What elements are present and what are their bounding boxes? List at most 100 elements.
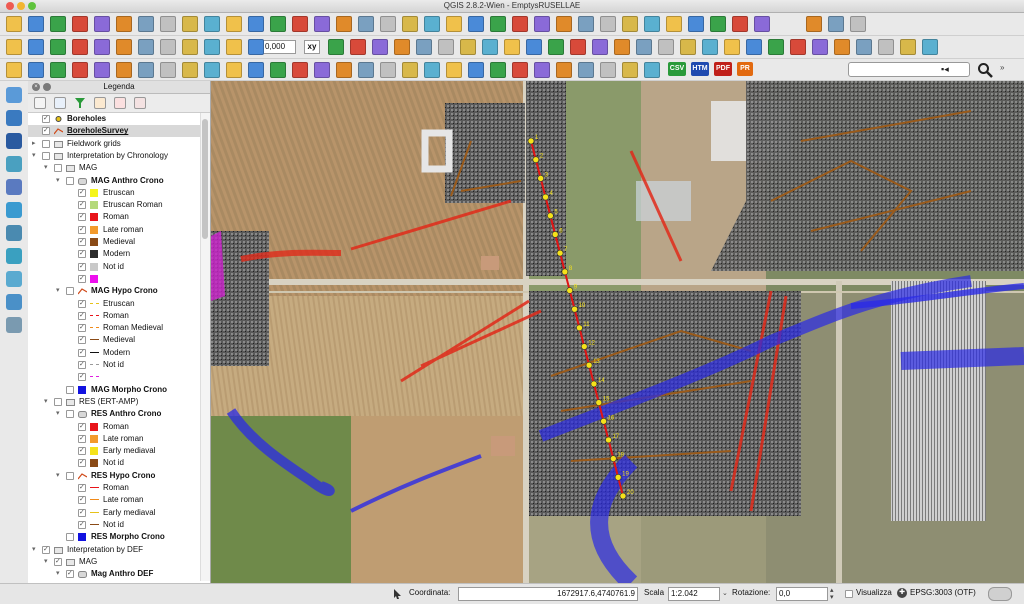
annotation-icon[interactable] xyxy=(534,16,550,32)
database-icon[interactable] xyxy=(614,39,630,55)
plugin-a-icon[interactable] xyxy=(490,62,506,78)
close-panel-icon[interactable]: × xyxy=(32,83,40,91)
fill-ring-icon[interactable] xyxy=(138,62,154,78)
locator-search-input[interactable] xyxy=(848,62,970,77)
legend-class-row[interactable]: Etruscan xyxy=(28,298,200,310)
layer-visibility-checkbox[interactable] xyxy=(66,287,74,296)
expand-all-icon[interactable] xyxy=(94,97,106,109)
add-feature-icon[interactable] xyxy=(72,39,88,55)
layer-visibility-checkbox[interactable] xyxy=(78,445,86,457)
legend-layer-row[interactable]: ▾ MAG xyxy=(28,162,200,174)
layer-visibility-checkbox[interactable] xyxy=(78,457,86,469)
identify-icon[interactable] xyxy=(380,16,396,32)
layer-visibility-checkbox[interactable] xyxy=(78,261,86,273)
add-ring-icon[interactable] xyxy=(94,62,110,78)
python-console-icon[interactable] xyxy=(416,39,432,55)
zoom-selection-icon[interactable] xyxy=(292,16,308,32)
legend-class-row[interactable]: Etruscan xyxy=(28,187,200,199)
copy-features-icon[interactable] xyxy=(856,39,872,55)
zoom-in-icon[interactable] xyxy=(182,16,198,32)
layer-visibility-checkbox[interactable] xyxy=(78,298,86,310)
help-icon[interactable] xyxy=(578,16,594,32)
legend-class-row[interactable]: Not id xyxy=(28,457,200,469)
copy-features-icon[interactable] xyxy=(182,39,198,55)
delete-selected-icon[interactable] xyxy=(138,39,154,55)
borehole-point[interactable] xyxy=(551,231,559,238)
rotate-label-icon[interactable] xyxy=(372,39,388,55)
layer-visibility-checkbox[interactable] xyxy=(78,359,86,371)
layer-visibility-checkbox[interactable] xyxy=(78,187,86,199)
label-icon[interactable] xyxy=(900,39,916,55)
add-delimited-text-layer-icon[interactable] xyxy=(6,271,22,287)
move-feature-icon[interactable] xyxy=(768,39,784,55)
borehole-point[interactable] xyxy=(600,417,607,425)
borehole-point[interactable] xyxy=(595,399,603,406)
legend-class-row[interactable] xyxy=(28,273,200,285)
map-canvas[interactable]: 1 2 3 4 5 6 7 8 9 10 11 12 13 14 15 16 17 18 19 20 xyxy=(211,81,1024,583)
open-project-icon[interactable] xyxy=(28,16,44,32)
layer-style-icon[interactable] xyxy=(424,62,440,78)
add-ring-icon[interactable] xyxy=(644,62,660,78)
legend-class-row[interactable]: Roman xyxy=(28,482,200,494)
coordinate-capture-icon[interactable] xyxy=(658,39,674,55)
save-as-icon[interactable] xyxy=(688,16,704,32)
rotation-stepper[interactable]: ▴ ▾ xyxy=(830,587,834,601)
layer-visibility-checkbox[interactable] xyxy=(78,248,86,260)
openlayers-icon[interactable] xyxy=(592,39,608,55)
spatial-query-icon[interactable] xyxy=(570,39,586,55)
legend-layer-row[interactable]: BoreholeSurvey xyxy=(28,125,200,138)
expand-toggle-icon[interactable]: ▾ xyxy=(56,568,60,580)
simplify-icon[interactable] xyxy=(72,62,88,78)
layer-visibility-checkbox[interactable] xyxy=(66,410,74,419)
legend-class-row[interactable]: Not id xyxy=(28,359,200,371)
legend-class-row[interactable]: Roman xyxy=(28,211,200,223)
layer-visibility-checkbox[interactable] xyxy=(78,310,86,322)
wcs-icon[interactable] xyxy=(482,39,498,55)
legend-class-row[interactable]: Early mediaval xyxy=(28,507,200,519)
rotate-symbol-icon[interactable] xyxy=(336,62,352,78)
borehole-point[interactable] xyxy=(605,436,612,444)
layer-visibility-checkbox[interactable] xyxy=(54,556,62,568)
legend-layer-row[interactable]: ▾ Mag Anthro DEF xyxy=(28,568,200,580)
expand-toggle-icon[interactable]: ▾ xyxy=(44,556,48,568)
change-label-icon[interactable] xyxy=(394,39,410,55)
zoom-in-icon[interactable] xyxy=(828,16,844,32)
add-raster-layer-icon[interactable] xyxy=(6,110,22,126)
float-panel-icon[interactable] xyxy=(43,83,51,91)
paste-features-icon[interactable] xyxy=(878,39,894,55)
digitize-icon[interactable] xyxy=(6,62,22,78)
borehole-point[interactable] xyxy=(576,324,583,332)
toolbar-overflow-icon[interactable]: » xyxy=(1000,63,1004,72)
layer-visibility-checkbox[interactable] xyxy=(78,273,86,285)
pan-icon[interactable] xyxy=(754,16,770,32)
grid-icon[interactable] xyxy=(380,62,396,78)
merge-features-icon[interactable] xyxy=(292,62,308,78)
layer-visibility-checkbox[interactable] xyxy=(66,533,74,542)
borehole-point[interactable] xyxy=(614,474,622,481)
legend-class-row[interactable]: Roman Medieval xyxy=(28,322,200,334)
select-icon[interactable] xyxy=(402,16,418,32)
move-feature-icon[interactable] xyxy=(94,39,110,55)
offset-curve-icon[interactable] xyxy=(226,62,242,78)
select-expression-icon[interactable] xyxy=(468,62,484,78)
legend-layer-row[interactable]: ▾ Interpretation by DEF xyxy=(28,544,200,556)
legend-layer-row[interactable]: ▾ RES Hypo Crono xyxy=(28,470,200,482)
legend-layer-row[interactable]: ▸ Fieldwork grids xyxy=(28,138,200,150)
close-window-button[interactable] xyxy=(6,2,14,10)
legend-class-row[interactable]: Modern xyxy=(28,248,200,260)
pan-to-selection-icon[interactable] xyxy=(160,16,176,32)
export-html-button[interactable]: HTM xyxy=(691,62,709,76)
tile-icon[interactable] xyxy=(402,62,418,78)
zoom-next-icon[interactable] xyxy=(336,16,352,32)
add-group-icon[interactable] xyxy=(54,97,66,109)
layer-visibility-checkbox[interactable] xyxy=(66,568,74,580)
raster-icon[interactable] xyxy=(358,62,374,78)
wms-icon[interactable] xyxy=(438,39,454,55)
add-vector-layer-icon[interactable] xyxy=(6,87,22,103)
composer-manager-icon[interactable] xyxy=(116,16,132,32)
xy-button[interactable]: xy xyxy=(304,40,320,54)
borehole-point[interactable] xyxy=(537,175,544,182)
add-feature-icon[interactable] xyxy=(746,39,762,55)
layer-visibility-checkbox[interactable] xyxy=(78,433,86,445)
layer-visibility-checkbox[interactable] xyxy=(78,211,86,223)
